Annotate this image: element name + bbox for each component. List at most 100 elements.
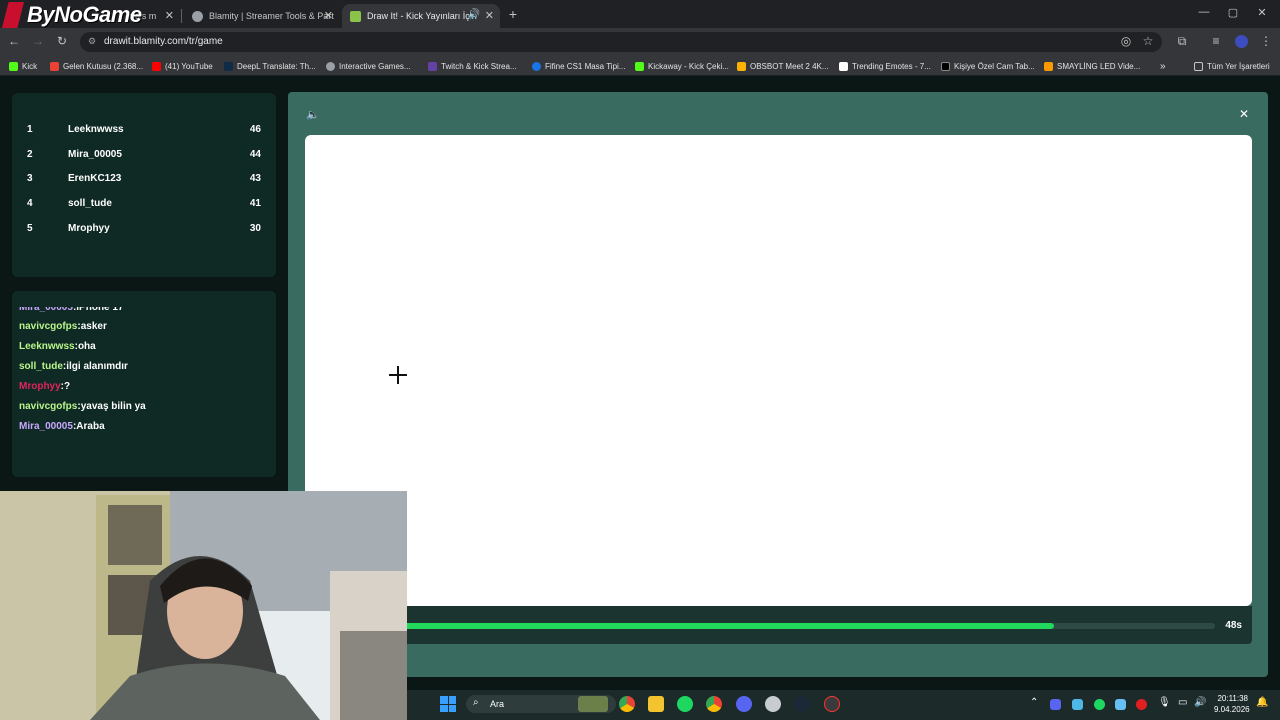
- tab-label: Draw It! - Kick Yayınları İçin: [367, 11, 477, 21]
- tab-drawit[interactable]: Draw It! - Kick Yayınları İçin 🔊 ✕: [342, 4, 500, 28]
- back-icon[interactable]: ←: [6, 34, 22, 48]
- leaderboard-row: 1 Leeknwwss 46: [12, 120, 276, 140]
- bookmark-item[interactable]: SMAYLİNG LED Vide...: [1044, 59, 1140, 73]
- bookmarks-bar: Kick Gelen Kutusu (2.368... (41) YouTube…: [0, 56, 1280, 76]
- chat-text: ?: [64, 381, 71, 392]
- tray-spotify-icon[interactable]: [1094, 699, 1105, 710]
- maximize-icon[interactable]: ▢: [1223, 6, 1243, 19]
- star-icon[interactable]: ☆: [1140, 34, 1156, 48]
- minimize-icon[interactable]: —: [1194, 6, 1214, 18]
- network-icon[interactable]: ▭: [1178, 697, 1187, 708]
- discord-icon[interactable]: [736, 696, 752, 712]
- search-highlight-icon[interactable]: [578, 696, 608, 712]
- leaderboard-score: 41: [249, 198, 261, 209]
- bookmark-label: Kişiye Özel Cam Tab...: [954, 61, 1035, 71]
- steam-icon[interactable]: [794, 696, 810, 712]
- menu-icon[interactable]: ⋮: [1258, 34, 1274, 48]
- file-explorer-icon[interactable]: [648, 696, 664, 712]
- chat-message: navivcgofps:asker: [19, 321, 107, 332]
- close-icon[interactable]: ✕: [165, 9, 174, 22]
- app-icon[interactable]: [824, 696, 840, 712]
- webcam-image: [0, 491, 407, 720]
- reload-icon[interactable]: ↻: [54, 34, 70, 48]
- microphone-icon[interactable]: 🎙: [1158, 697, 1171, 708]
- globe-icon: [326, 61, 335, 71]
- leaderboard-name: ErenKC123: [68, 173, 122, 184]
- bookmark-item[interactable]: Kick: [9, 59, 37, 73]
- leaderboard-rank: 1: [27, 124, 33, 135]
- more-bookmarks-icon[interactable]: »: [1160, 59, 1166, 73]
- clock[interactable]: 20:11:38 9.04.2026: [1214, 693, 1250, 715]
- bookmark-label: Twitch & Kick Strea...: [441, 61, 517, 71]
- bookmark-item[interactable]: Kickaway - Kick Çeki...: [635, 59, 729, 73]
- address-bar[interactable]: [80, 32, 1162, 52]
- bookmark-item[interactable]: (41) YouTube: [152, 59, 213, 73]
- chat-text: Araba: [76, 421, 105, 432]
- chat-message: Leeknwwss:oha: [19, 341, 96, 352]
- close-icon[interactable]: ✕: [324, 9, 333, 22]
- close-window-icon[interactable]: ✕: [1252, 6, 1272, 19]
- new-tab-button[interactable]: +: [506, 6, 520, 22]
- streamer-icon: [428, 61, 437, 71]
- leaderboard-row: 2 Mira_00005 44: [12, 145, 276, 165]
- bookmark-label: Fifine CS1 Masa Tipi...: [545, 61, 626, 71]
- crosshair-cursor-icon: [389, 366, 407, 384]
- tray-app-icon[interactable]: [1072, 699, 1083, 710]
- leaderboard-name: Mira_00005: [68, 149, 122, 160]
- webcam-overlay: [0, 491, 407, 720]
- chrome-active-icon[interactable]: [706, 696, 722, 712]
- chat-text: asker: [80, 321, 107, 332]
- bookmark-item[interactable]: Gelen Kutusu (2.368...: [50, 59, 143, 73]
- bookmark-item[interactable]: Interactive Games...: [326, 59, 411, 73]
- bookmark-item[interactable]: OBSBOT Meet 2 4K...: [737, 59, 829, 73]
- bookmark-item[interactable]: Twitch & Kick Strea...: [428, 59, 517, 73]
- emotes-icon: [839, 61, 848, 71]
- tab-separator: [181, 9, 182, 23]
- close-icon[interactable]: ✕: [485, 9, 494, 22]
- eye-off-icon[interactable]: ◎: [1118, 34, 1134, 48]
- site-info-icon[interactable]: ⚙: [88, 36, 96, 47]
- leaderboard-rank: 4: [27, 198, 33, 209]
- leaderboard-row: 4 soll_tude 41: [12, 194, 276, 214]
- tray-record-icon[interactable]: [1136, 699, 1147, 710]
- amazon-icon: [1044, 61, 1053, 71]
- search-label: Ara: [490, 699, 505, 709]
- all-bookmarks-folder[interactable]: Tüm Yer İşaretleri: [1194, 59, 1270, 73]
- tray-discord-icon[interactable]: [1050, 699, 1061, 710]
- bookmark-item[interactable]: Trending Emotes - 7...: [839, 59, 931, 73]
- logo-mark-icon: [2, 2, 24, 28]
- spotify-icon[interactable]: [677, 696, 693, 712]
- sound-icon[interactable]: 🔈: [306, 108, 320, 121]
- leaderboard-rank: 3: [27, 173, 33, 184]
- obs-icon[interactable]: [765, 696, 781, 712]
- bookmark-label: DeepL Translate: Th...: [237, 61, 316, 71]
- bookmark-item[interactable]: Kişiye Özel Cam Tab...: [941, 59, 1035, 73]
- bookmark-label: (41) YouTube: [165, 61, 213, 71]
- media-icon[interactable]: ≡: [1208, 34, 1224, 48]
- logo-text: ByNoGame: [27, 2, 142, 27]
- windows-start-icon[interactable]: [440, 696, 456, 712]
- bookmark-item[interactable]: DeepL Translate: Th...: [224, 59, 316, 73]
- volume-icon[interactable]: 🔊: [1194, 697, 1206, 708]
- chat-username: Leeknwwss: [19, 341, 75, 352]
- extensions-icon[interactable]: ⧉: [1174, 34, 1190, 49]
- bookmark-label: Kick: [22, 61, 38, 71]
- chat-text: oha: [77, 341, 96, 352]
- notification-bell-icon[interactable]: 🔔: [1256, 697, 1268, 708]
- forward-icon[interactable]: →: [30, 34, 46, 48]
- url-text: drawit.blamity.com/tr/game: [104, 36, 223, 47]
- chrome-icon[interactable]: [619, 696, 635, 712]
- chat-message: Mira_00005:Araba: [19, 421, 105, 432]
- drawing-canvas[interactable]: [305, 135, 1252, 606]
- deepl-icon: [224, 61, 233, 71]
- chat-text: yavaş bilin ya: [80, 401, 146, 412]
- close-icon[interactable]: ✕: [1239, 107, 1249, 121]
- speaker-icon[interactable]: 🔊: [468, 9, 480, 20]
- chat-message: navivcgofps:yavaş bilin ya: [19, 401, 146, 412]
- bookmark-label: Trending Emotes - 7...: [852, 61, 931, 71]
- bookmark-item[interactable]: Fifine CS1 Masa Tipi...: [532, 59, 625, 73]
- tray-steam-icon[interactable]: [1115, 699, 1126, 710]
- tab-blamity[interactable]: Blamity | Streamer Tools & Part ✕: [184, 4, 339, 28]
- profile-avatar[interactable]: [1235, 35, 1248, 48]
- chevron-up-icon[interactable]: ⌃: [1030, 697, 1038, 708]
